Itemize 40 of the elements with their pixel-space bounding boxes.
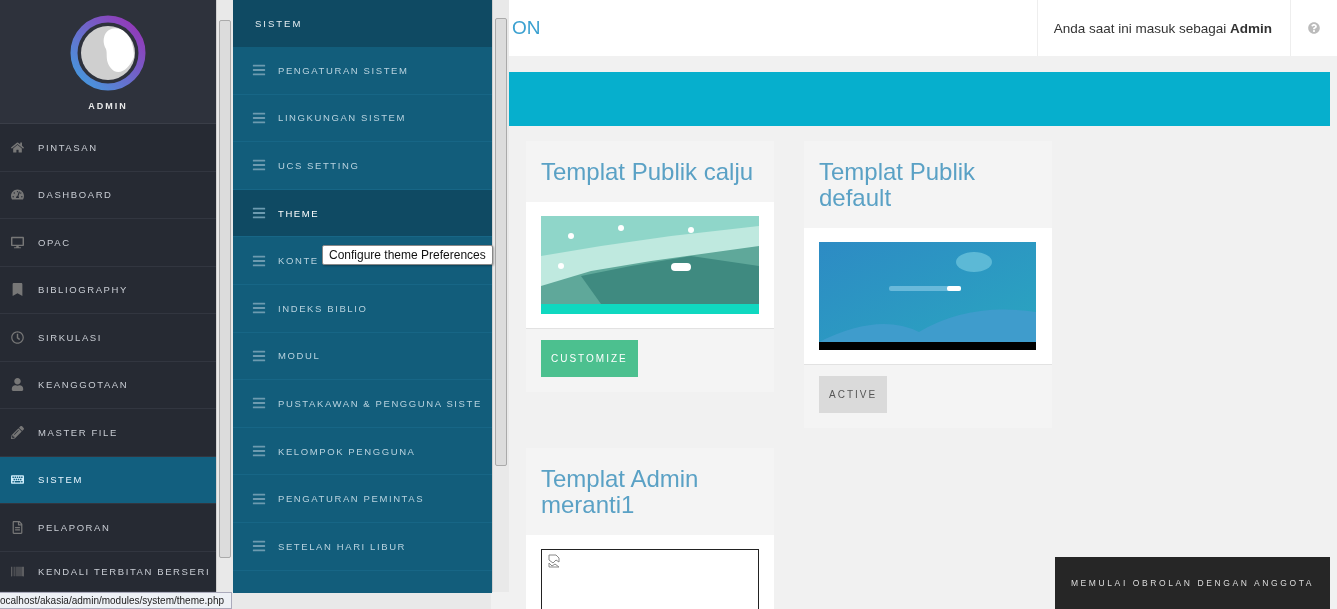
active-button[interactable]: ACTIVE <box>819 376 888 413</box>
bookmark-icon <box>11 283 24 297</box>
scrollbar[interactable] <box>232 593 491 609</box>
scrollbar[interactable] <box>492 0 509 592</box>
page-title: ON <box>512 17 542 39</box>
clock-icon <box>11 330 24 344</box>
menu-icon <box>252 110 266 125</box>
menu-icon <box>252 539 266 554</box>
document-icon <box>11 520 24 534</box>
status-bar: ocalhost/akasia/admin/modules/system/theme.php <box>0 592 232 609</box>
gauge-icon <box>11 188 24 202</box>
menu-icon <box>252 63 266 78</box>
submenu-title: SISTEM <box>255 18 303 29</box>
home-icon <box>11 140 24 154</box>
avatar-icon <box>70 15 146 91</box>
profile-name: ADMIN <box>88 101 128 111</box>
scrollbar[interactable] <box>216 0 233 592</box>
pencil-icon <box>11 425 24 439</box>
submenu-item[interactable]: THEME <box>233 189 492 238</box>
menu-icon <box>252 206 266 221</box>
barcode-icon <box>11 564 24 578</box>
menu-icon <box>252 253 266 268</box>
menu-icon <box>252 348 266 363</box>
keyboard-icon <box>11 473 24 487</box>
template-title: Templat Publik calju <box>540 157 755 187</box>
sidebar-item[interactable]: SISTEM <box>0 456 216 504</box>
menu-icon <box>252 396 266 411</box>
login-status: Anda saat ini masuk sebagai Admin <box>1036 0 1291 56</box>
user-icon <box>11 378 24 392</box>
broken-image-icon <box>548 554 560 568</box>
menu-icon <box>252 301 266 316</box>
chat-bar[interactable]: MEMULAI OBROLAN DENGAN ANGGOTA <box>1055 557 1330 609</box>
menu-icon <box>252 491 266 506</box>
preferences-tooltip: Configure theme Preferences <box>322 245 493 265</box>
template-title: Templat Publik default <box>818 157 977 213</box>
menu-icon <box>252 158 266 173</box>
help-icon[interactable] <box>1308 22 1320 34</box>
monitor-icon <box>11 235 24 249</box>
menu-icon <box>252 444 266 459</box>
template-title: Templat Admin meranti1 <box>540 464 700 520</box>
